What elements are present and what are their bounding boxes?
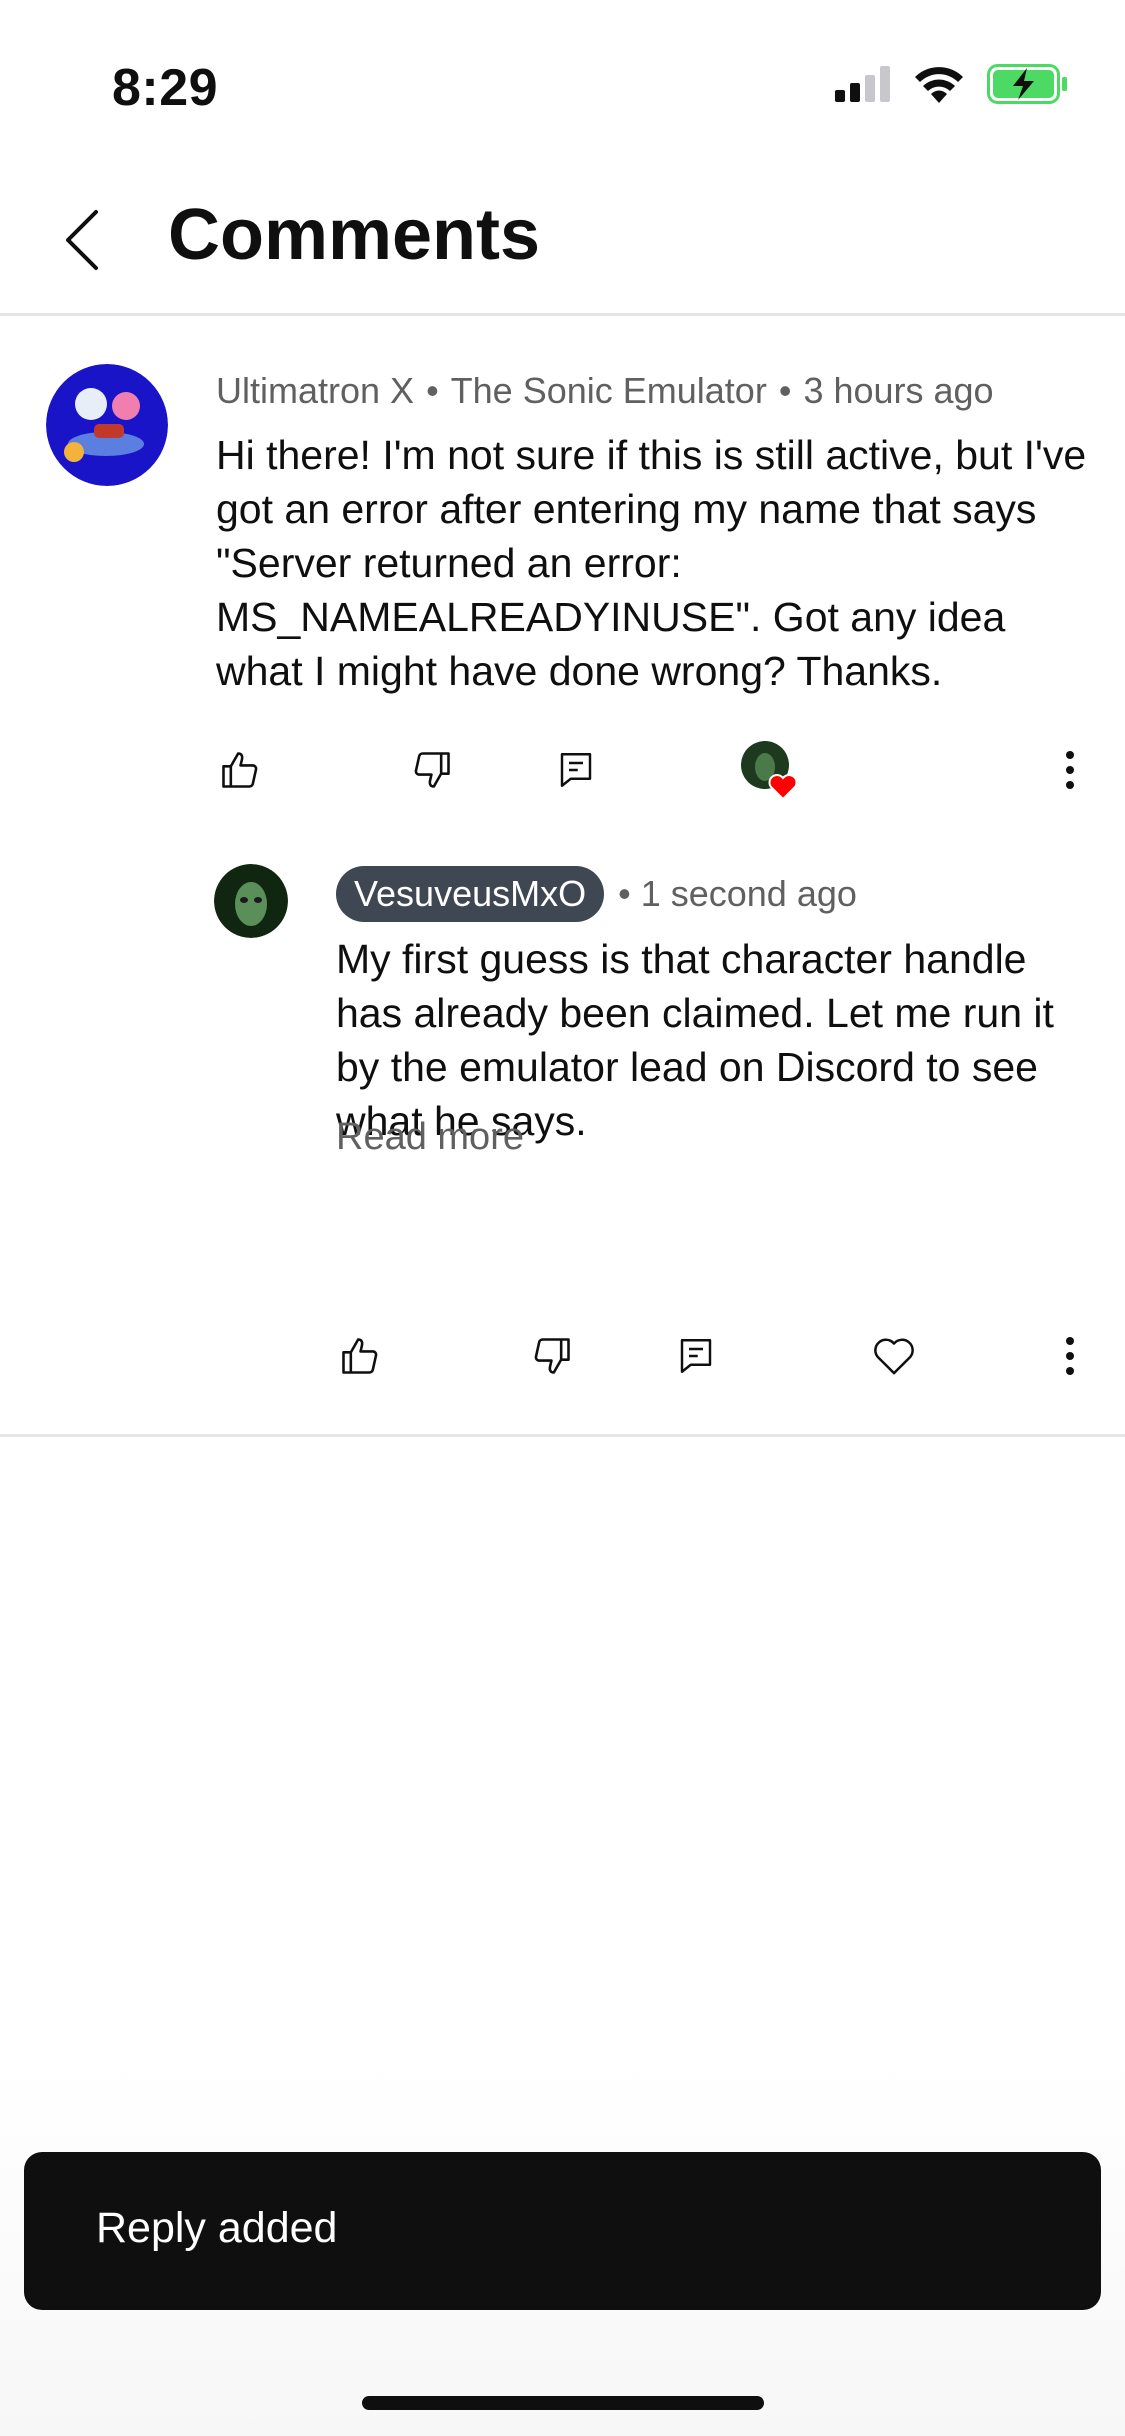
- status-bar: 8:29: [0, 0, 1125, 150]
- comment-time: 3 hours ago: [803, 370, 994, 411]
- comment-actions: [0, 730, 1125, 810]
- page-title: Comments: [168, 195, 541, 275]
- comment-author[interactable]: Ultimatron X: [216, 370, 414, 411]
- more-vert-icon: [1064, 1336, 1076, 1376]
- comment-channel[interactable]: The Sonic Emulator: [451, 370, 767, 411]
- reply-like-button[interactable]: [320, 1316, 400, 1396]
- comment-text: Hi there! I'm not sure if this is still …: [216, 432, 1087, 694]
- reply-icon: [675, 1334, 717, 1378]
- reply-avatar[interactable]: [214, 864, 288, 938]
- dislike-button[interactable]: [392, 730, 472, 810]
- reply-button[interactable]: [536, 730, 616, 810]
- comment-meta: Ultimatron X • The Sonic Emulator • 3 hours …: [216, 370, 994, 412]
- reply-author-chip[interactable]: VesuveusMxO: [336, 866, 605, 922]
- dislike-icon: [530, 1334, 574, 1378]
- home-indicator[interactable]: [362, 2396, 764, 2410]
- like-button[interactable]: [200, 730, 280, 810]
- reply-meta: VesuveusMxO • 1 second ago: [336, 866, 857, 922]
- reply-icon: [555, 748, 597, 792]
- cellular-signal-icon: [835, 66, 891, 102]
- battery-charging-icon: [987, 64, 1069, 104]
- thread-divider: [0, 1434, 1125, 1437]
- read-more-link[interactable]: Read more: [336, 1116, 524, 1159]
- like-icon: [218, 748, 262, 792]
- more-options-button[interactable]: [1030, 730, 1110, 810]
- reply-heart-button[interactable]: [854, 1316, 934, 1396]
- comments-header: Comments: [0, 170, 1125, 316]
- like-icon: [338, 1334, 382, 1378]
- reply-time: • 1 second ago: [618, 873, 857, 914]
- heart-icon: [871, 1335, 917, 1377]
- meta-separator: •: [778, 370, 792, 411]
- status-time: 8:29: [112, 59, 219, 117]
- meta-separator: •: [426, 370, 439, 411]
- chevron-left-icon: [62, 208, 102, 272]
- reply-actions: [0, 1316, 1125, 1396]
- reply-dislike-button[interactable]: [512, 1316, 592, 1396]
- status-icons: [835, 64, 1069, 104]
- reply-reply-button[interactable]: [656, 1316, 736, 1396]
- snackbar-message: Reply added: [96, 2204, 338, 2252]
- avatar[interactable]: [46, 364, 168, 486]
- more-vert-icon: [1064, 750, 1076, 790]
- creator-heart-button[interactable]: [730, 730, 810, 810]
- creator-heart-icon: [739, 739, 801, 801]
- dislike-icon: [410, 748, 454, 792]
- reply-more-options-button[interactable]: [1030, 1316, 1110, 1396]
- wifi-icon: [913, 65, 965, 103]
- snackbar: Reply added: [24, 2152, 1101, 2310]
- back-button[interactable]: [52, 200, 112, 280]
